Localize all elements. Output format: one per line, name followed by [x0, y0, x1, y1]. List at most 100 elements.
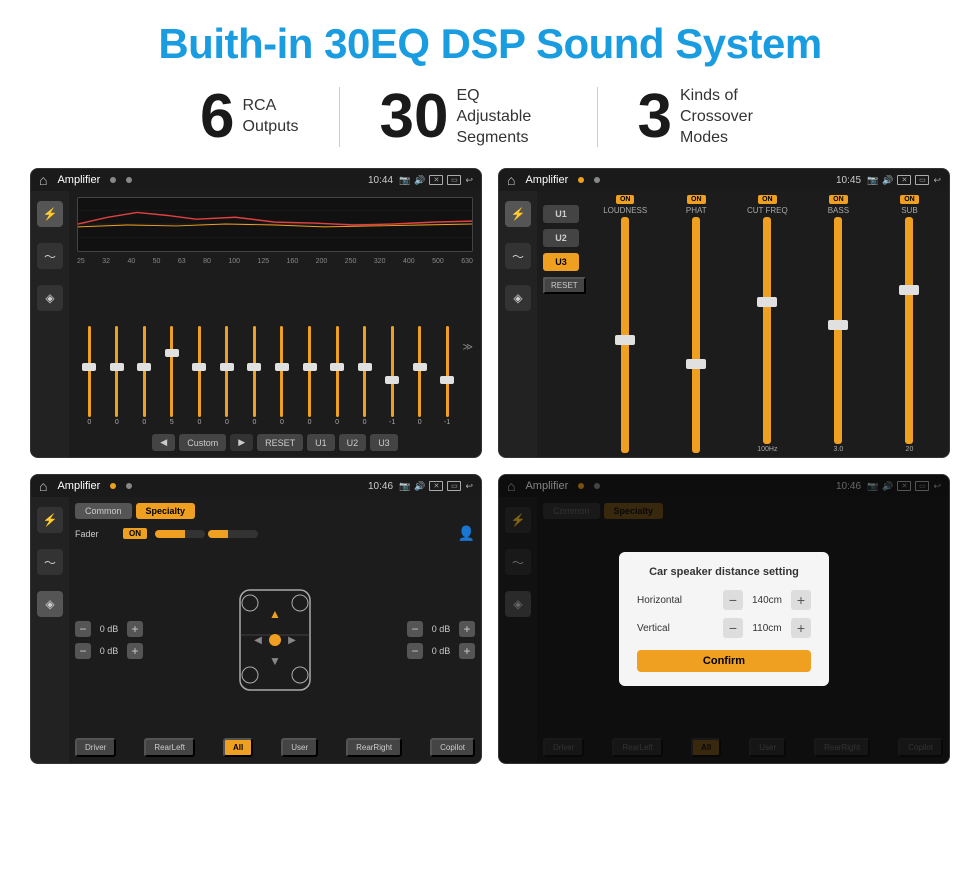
dialog-confirm-button[interactable]: Confirm — [637, 650, 811, 672]
eq-u2-button[interactable]: U2 — [339, 434, 367, 451]
fader-tab-specialty[interactable]: Specialty — [136, 503, 196, 519]
cross-u3-button[interactable]: U3 — [543, 253, 579, 271]
fader-rl-minus[interactable]: − — [75, 643, 91, 659]
cross-bass-val: 3.0 — [834, 446, 844, 453]
cross-cutfreq-slider[interactable] — [763, 217, 771, 444]
fader-driver-button[interactable]: Driver — [75, 738, 116, 757]
cross-u2-button[interactable]: U2 — [543, 229, 579, 247]
fader-rearright-button[interactable]: RearRight — [346, 738, 402, 757]
eq-u3-button[interactable]: U3 — [370, 434, 398, 451]
eq-thumb-8[interactable] — [275, 363, 289, 371]
eq-home-icon[interactable]: ⌂ — [39, 172, 47, 188]
fader-rr-minus[interactable]: − — [407, 643, 423, 659]
cross-loudness-slider[interactable] — [621, 217, 629, 453]
eq-slider-3[interactable]: 0 — [132, 326, 157, 426]
eq-thumb-11[interactable] — [358, 363, 372, 371]
cross-side-filter-icon[interactable]: ⚡ — [505, 201, 531, 227]
eq-slider-11[interactable]: 0 — [352, 326, 377, 426]
eq-slider-6[interactable]: 0 — [215, 326, 240, 426]
fader-home-icon[interactable]: ⌂ — [39, 478, 47, 494]
eq-slider-9[interactable]: 0 — [297, 326, 322, 426]
eq-slider-4[interactable]: 5 — [160, 326, 185, 426]
eq-reset-button[interactable]: RESET — [257, 434, 303, 451]
eq-slider-13[interactable]: 0 — [407, 326, 432, 426]
eq-track-1 — [88, 326, 91, 417]
fader-rr-plus[interactable]: + — [459, 643, 475, 659]
fader-slider-h1[interactable] — [155, 530, 205, 538]
fader-all-button[interactable]: All — [223, 738, 253, 757]
stats-row: 6 RCAOutputs 30 EQ AdjustableSegments 3 … — [30, 86, 950, 148]
eq-forward-btn[interactable]: ≫ — [462, 342, 472, 353]
eq-custom-label[interactable]: Custom — [179, 434, 226, 451]
eq-thumb-14[interactable] — [440, 376, 454, 384]
eq-u1-button[interactable]: U1 — [307, 434, 335, 451]
eq-thumb-3[interactable] — [137, 363, 151, 371]
cross-sub-thumb[interactable] — [899, 285, 919, 295]
eq-thumb-4[interactable] — [165, 349, 179, 357]
fader-dot2 — [126, 483, 132, 489]
cross-back-icon[interactable]: ↩ — [933, 175, 941, 186]
eq-thumb-6[interactable] — [220, 363, 234, 371]
eq-slider-8[interactable]: 0 — [270, 326, 295, 426]
eq-slider-14[interactable]: -1 — [435, 326, 460, 426]
eq-side-wave-icon[interactable]: 〜 — [37, 243, 63, 269]
eq-thumb-5[interactable] — [192, 363, 206, 371]
fader-fl-minus[interactable]: − — [75, 621, 91, 637]
fader-copilot-button[interactable]: Copilot — [430, 738, 475, 757]
eq-thumb-13[interactable] — [413, 363, 427, 371]
cross-sub-on[interactable]: ON — [900, 195, 919, 204]
cross-sub-slider[interactable] — [905, 217, 913, 444]
fader-side-filter-icon[interactable]: ⚡ — [37, 507, 63, 533]
fader-side-wave-icon[interactable]: 〜 — [37, 549, 63, 575]
dialog-vertical-plus[interactable]: + — [791, 618, 811, 638]
eq-slider-12[interactable]: -1 — [380, 326, 405, 426]
fader-fr-minus[interactable]: − — [407, 621, 423, 637]
fader-side-speaker-icon[interactable]: ◈ — [37, 591, 63, 617]
cross-bass-on[interactable]: ON — [829, 195, 848, 204]
eq-thumb-10[interactable] — [330, 363, 344, 371]
fader-slider-h2[interactable] — [208, 530, 258, 538]
cross-side-wave-icon[interactable]: 〜 — [505, 243, 531, 269]
cross-phat-on[interactable]: ON — [687, 195, 706, 204]
eq-slider-1[interactable]: 0 — [77, 326, 102, 426]
fader-rl-plus[interactable]: + — [127, 643, 143, 659]
eq-thumb-1[interactable] — [82, 363, 96, 371]
cross-cutfreq-thumb[interactable] — [757, 297, 777, 307]
dialog-horizontal-plus[interactable]: + — [791, 590, 811, 610]
eq-thumb-12[interactable] — [385, 376, 399, 384]
cross-phat-thumb[interactable] — [686, 359, 706, 369]
fader-rearleft-button[interactable]: RearLeft — [144, 738, 195, 757]
eq-play-button[interactable]: ▶ — [230, 434, 253, 451]
eq-prev-button[interactable]: ◀ — [152, 434, 175, 451]
fader-tab-common[interactable]: Common — [75, 503, 132, 519]
cross-bass-thumb[interactable] — [828, 320, 848, 330]
eq-slider-2[interactable]: 0 — [105, 326, 130, 426]
fader-fr-plus[interactable]: + — [459, 621, 475, 637]
dialog-horizontal-minus[interactable]: − — [723, 590, 743, 610]
fader-fl-plus[interactable]: + — [127, 621, 143, 637]
eq-track-5 — [198, 326, 201, 417]
cross-cutfreq-on[interactable]: ON — [758, 195, 777, 204]
eq-thumb-2[interactable] — [110, 363, 124, 371]
cross-home-icon[interactable]: ⌂ — [507, 172, 515, 188]
cross-bass-slider[interactable] — [834, 217, 842, 444]
eq-back-icon[interactable]: ↩ — [465, 175, 473, 186]
eq-slider-5[interactable]: 0 — [187, 326, 212, 426]
cross-loudness-thumb[interactable] — [615, 335, 635, 345]
fader-back-icon[interactable]: ↩ — [465, 481, 473, 492]
eq-slider-10[interactable]: 0 — [325, 326, 350, 426]
cross-phat-slider[interactable] — [692, 217, 700, 453]
cross-loudness-on[interactable]: ON — [616, 195, 635, 204]
cross-side-speaker-icon[interactable]: ◈ — [505, 285, 531, 311]
eq-thumb-7[interactable] — [247, 363, 261, 371]
eq-side-filter-icon[interactable]: ⚡ — [37, 201, 63, 227]
dialog-vertical-minus[interactable]: − — [723, 618, 743, 638]
fader-on-button[interactable]: ON — [123, 528, 147, 539]
fader-car-diagram: ▲ ▼ ◀ ▶ — [153, 585, 397, 695]
cross-u1-button[interactable]: U1 — [543, 205, 579, 223]
eq-slider-7[interactable]: 0 — [242, 326, 267, 426]
cross-reset-button[interactable]: RESET — [543, 277, 586, 294]
eq-side-speaker-icon[interactable]: ◈ — [37, 285, 63, 311]
fader-user-button[interactable]: User — [281, 738, 318, 757]
eq-thumb-9[interactable] — [303, 363, 317, 371]
